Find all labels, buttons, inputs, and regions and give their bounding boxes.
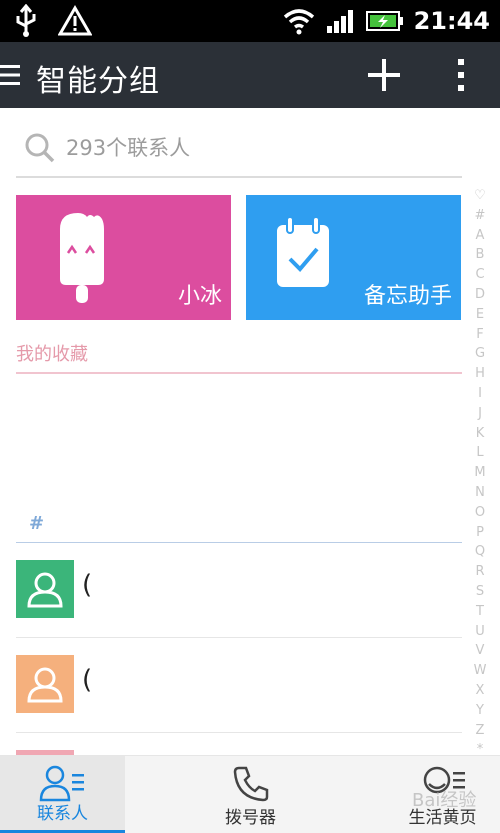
add-icon[interactable] [366, 57, 402, 93]
tile-memo-label: 备忘助手 [363, 284, 452, 309]
index-letter[interactable]: L [473, 443, 487, 463]
favorites-header: 我的收藏 [16, 340, 462, 374]
tab-contacts-label: 联系人 [37, 804, 88, 824]
warning-icon [58, 5, 92, 36]
index-letter[interactable]: C [473, 265, 487, 285]
search-placeholder: 293个联系人 [66, 136, 191, 160]
index-letter[interactable]: E [473, 305, 487, 325]
index-letter[interactable]: O [473, 503, 487, 523]
search-icon [25, 133, 55, 163]
phone-icon [233, 766, 268, 802]
index-letter[interactable]: Z [473, 721, 487, 741]
contact-name: ( [82, 570, 93, 600]
index-letter[interactable]: D [473, 285, 487, 305]
index-letter[interactable]: G [473, 344, 487, 364]
index-letter[interactable]: R [473, 562, 487, 582]
index-letter[interactable]: Q [473, 542, 487, 562]
search-bar[interactable]: 293个联系人 [16, 122, 462, 178]
alphabet-index-bar[interactable]: ♡ # A B C D E F G H I J K L M N O P Q R S T U V W X Y Z * [473, 186, 487, 757]
avatar-icon [16, 655, 74, 713]
contacts-icon [39, 765, 84, 802]
index-letter[interactable]: A [473, 226, 487, 246]
contact-name: ( [82, 665, 93, 695]
calendar-check-icon [277, 216, 329, 287]
tile-xiaobing-label: 小冰 [177, 284, 222, 309]
watermark: Bai经验 [412, 790, 477, 811]
tile-memo-assistant[interactable]: 备忘助手 [246, 195, 461, 320]
tab-dialer-label: 拨号器 [225, 808, 276, 828]
index-letter[interactable]: X [473, 681, 487, 701]
tile-xiaobing[interactable]: 小冰 [16, 195, 231, 320]
index-letter[interactable]: B [473, 245, 487, 265]
index-letter[interactable]: J [473, 404, 487, 424]
avatar-icon [16, 560, 74, 618]
usb-icon [16, 4, 36, 37]
index-letter[interactable]: F [473, 325, 487, 345]
more-icon[interactable] [448, 56, 474, 94]
index-letter[interactable]: P [473, 523, 487, 543]
index-letter[interactable]: Y [473, 701, 487, 721]
clock: 21:44 [413, 7, 490, 35]
status-bar: 21:44 [0, 0, 500, 42]
contact-row[interactable] [16, 734, 462, 760]
index-letter[interactable]: H [473, 364, 487, 384]
menu-icon[interactable] [0, 63, 20, 87]
section-header-label: # [29, 513, 45, 534]
contact-row[interactable]: ( [16, 544, 462, 638]
popsicle-icon [60, 213, 104, 303]
favorites-header-label: 我的收藏 [16, 344, 88, 365]
index-letter[interactable]: S [473, 582, 487, 602]
index-letter[interactable]: T [473, 602, 487, 622]
contact-row[interactable]: ( [16, 639, 462, 733]
signal-icon [326, 10, 353, 33]
app-bar: 智能分组 [0, 42, 500, 108]
index-letter[interactable]: V [473, 641, 487, 661]
index-letter[interactable]: N [473, 483, 487, 503]
index-letter[interactable]: I [473, 384, 487, 404]
tab-dialer[interactable]: 拨号器 [188, 756, 313, 833]
index-letter[interactable]: W [473, 661, 487, 681]
index-letter[interactable]: # [473, 206, 487, 226]
page-title: 智能分组 [36, 64, 160, 99]
index-letter[interactable]: ♡ [473, 186, 487, 206]
index-letter[interactable]: U [473, 622, 487, 642]
wifi-icon [283, 9, 314, 35]
index-letter[interactable]: K [473, 424, 487, 444]
section-header: # [16, 513, 462, 543]
battery-charging-icon [365, 11, 403, 31]
index-letter[interactable]: M [473, 463, 487, 483]
tab-contacts[interactable]: 联系人 [0, 756, 125, 833]
